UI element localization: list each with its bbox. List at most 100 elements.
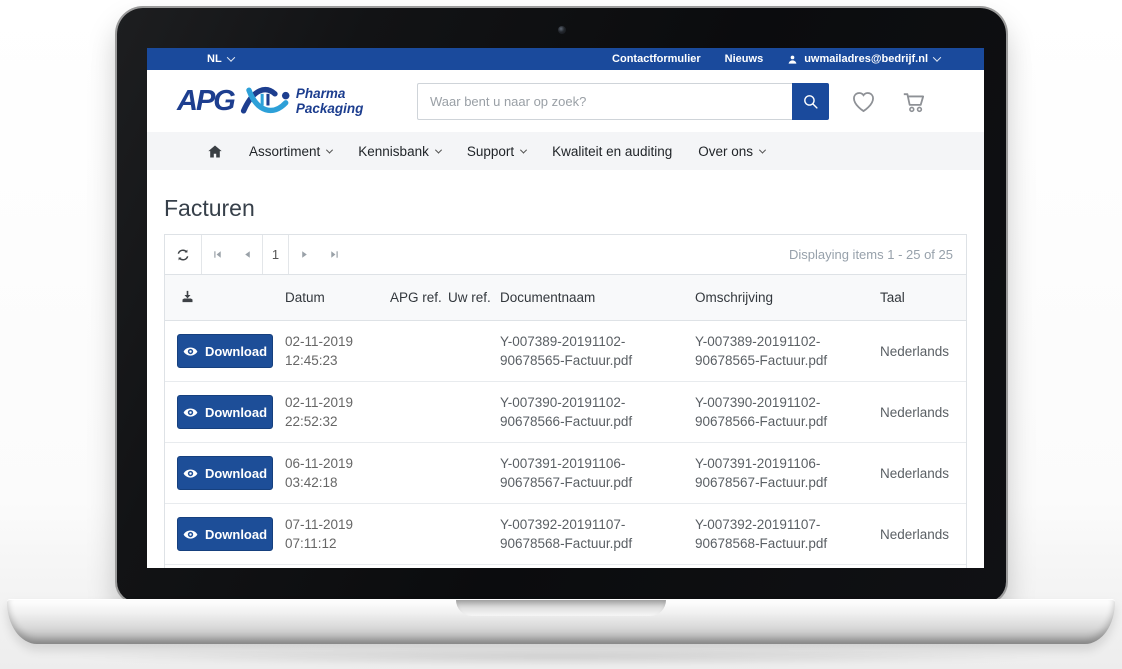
chevron-down-icon: [759, 146, 766, 153]
eye-icon: [183, 405, 198, 420]
eye-icon: [183, 527, 198, 542]
next-page-icon: [299, 249, 310, 260]
wishlist-heart-icon[interactable]: [850, 89, 877, 114]
cell-documentnaam: Y-007389-20191102- 90678565-Factuur.pdf: [500, 332, 695, 370]
eye-icon: [183, 344, 198, 359]
dna-helix-icon: [240, 82, 292, 120]
first-page-button[interactable]: [202, 235, 232, 274]
laptop-reflection: [60, 648, 1062, 666]
cell-omschrijving: Y-007391-20191106- 90678567-Factuur.pdf: [695, 454, 880, 492]
download-button-label: Download: [205, 344, 267, 359]
column-header-datum[interactable]: Datum: [285, 290, 390, 305]
table-row: Download 06-11-2019 03:42:18 Y-007391-20…: [165, 443, 966, 504]
download-icon: [180, 289, 195, 304]
laptop-base: [7, 599, 1115, 644]
site-header: APG Pharma Packaging: [147, 70, 984, 132]
language-selector[interactable]: NL: [207, 53, 234, 65]
contact-form-link[interactable]: Contactformulier: [612, 53, 701, 65]
search-icon: [802, 93, 819, 110]
company-logo[interactable]: APG Pharma Packaging: [177, 82, 409, 120]
refresh-button[interactable]: [165, 235, 202, 274]
logo-acronym: APG: [177, 87, 234, 116]
cell-documentnaam: Y-007390-20191102- 90678566-Factuur.pdf: [500, 393, 695, 431]
language-label: NL: [207, 53, 222, 65]
nav-item-label: Kennisbank: [358, 144, 429, 159]
previous-page-icon: [242, 249, 253, 260]
chevron-down-icon: [933, 53, 941, 61]
user-icon: [787, 54, 798, 65]
download-button[interactable]: Download: [177, 517, 273, 551]
column-header-omschrijving[interactable]: Omschrijving: [695, 290, 880, 305]
table-row: Download 02-11-2019 12:45:23 Y-007389-20…: [165, 321, 966, 382]
cell-taal: Nederlands: [880, 466, 966, 481]
nav-item[interactable]: Support: [467, 144, 526, 159]
laptop-mockup: NL Contactformulier Nieuws uwmailadres@b…: [0, 0, 1122, 669]
account-email: uwmailadres@bedrijf.nl: [804, 53, 928, 65]
current-page-indicator[interactable]: 1: [262, 235, 289, 274]
download-button-label: Download: [205, 405, 267, 420]
logo-tagline: Pharma Packaging: [296, 86, 364, 116]
nav-item-label: Over ons: [698, 144, 753, 159]
download-button[interactable]: Download: [177, 334, 273, 368]
utility-topbar: NL Contactformulier Nieuws uwmailadres@b…: [147, 48, 984, 70]
column-header-apg-ref[interactable]: APG ref.: [390, 290, 448, 305]
nav-home[interactable]: [207, 144, 223, 159]
cell-taal: Nederlands: [880, 344, 966, 359]
table-row: Download 02-11-2019 22:52:32 Y-007390-20…: [165, 382, 966, 443]
chevron-down-icon: [326, 146, 333, 153]
grid-header-row: Datum APG ref. Uw ref. Documentnaam Omsc…: [165, 275, 966, 321]
cell-documentnaam: Y-007391-20191106- 90678567-Factuur.pdf: [500, 454, 695, 492]
search-button[interactable]: [792, 83, 829, 120]
cart-icon[interactable]: [901, 89, 928, 114]
laptop-screen-bezel: NL Contactformulier Nieuws uwmailadres@b…: [117, 8, 1006, 602]
download-button[interactable]: Download: [177, 395, 273, 429]
main-navigation: Assortiment Kennisbank Support Kwaliteit…: [147, 132, 984, 170]
invoices-grid: 1 Displaying items 1 - 25 of 25: [164, 234, 967, 568]
cell-documentnaam: Y-007392-20191107- 90678568-Factuur.pdf: [500, 515, 695, 553]
page-title: Facturen: [164, 195, 984, 222]
laptop-lid-notch: [456, 600, 666, 616]
column-header-documentnaam[interactable]: Documentnaam: [500, 290, 695, 305]
nav-item[interactable]: Over ons: [698, 144, 765, 159]
next-page-button[interactable]: [289, 235, 319, 274]
download-button-label: Download: [205, 466, 267, 481]
cell-taal: Nederlands: [880, 405, 966, 420]
home-icon: [207, 144, 223, 159]
cell-datum: 06-11-2019 03:42:18: [285, 454, 390, 492]
refresh-icon: [175, 247, 191, 263]
cell-omschrijving: Y-007392-20191107- 90678568-Factuur.pdf: [695, 515, 880, 553]
last-page-button[interactable]: [319, 235, 349, 274]
cell-datum: 02-11-2019 22:52:32: [285, 393, 390, 431]
logo-tagline-line2: Packaging: [296, 101, 364, 116]
previous-page-button[interactable]: [232, 235, 262, 274]
logo-tagline-line1: Pharma: [296, 86, 346, 101]
table-row: Download 07-11-2019 07:11:12 Y-007392-20…: [165, 504, 966, 565]
download-button-label: Download: [205, 527, 267, 542]
first-page-icon: [212, 249, 223, 260]
download-all-header[interactable]: [165, 289, 285, 307]
grid-status-text: Displaying items 1 - 25 of 25: [789, 247, 966, 262]
nav-item-label: Kwaliteit en auditing: [552, 144, 672, 159]
chevron-down-icon: [226, 53, 234, 61]
news-link[interactable]: Nieuws: [725, 53, 764, 65]
nav-item[interactable]: Kwaliteit en auditing: [552, 144, 672, 159]
cell-datum: 02-11-2019 12:45:23: [285, 332, 390, 370]
nav-item-label: Support: [467, 144, 514, 159]
column-header-taal[interactable]: Taal: [880, 290, 966, 305]
search-input[interactable]: [417, 83, 792, 120]
chevron-down-icon: [435, 146, 442, 153]
cell-taal: Nederlands: [880, 527, 966, 542]
column-header-uw-ref[interactable]: Uw ref.: [448, 290, 500, 305]
eye-icon: [183, 466, 198, 481]
nav-item[interactable]: Assortiment: [249, 144, 332, 159]
webcam-dot: [558, 26, 566, 34]
browser-viewport: NL Contactformulier Nieuws uwmailadres@b…: [147, 48, 984, 568]
cell-datum: 07-11-2019 07:11:12: [285, 515, 390, 553]
account-menu[interactable]: uwmailadres@bedrijf.nl: [787, 53, 940, 65]
nav-item[interactable]: Kennisbank: [358, 144, 441, 159]
page-content: Facturen: [147, 195, 984, 568]
download-button[interactable]: Download: [177, 456, 273, 490]
last-page-icon: [329, 249, 340, 260]
clipped-row: [165, 565, 966, 568]
cell-omschrijving: Y-007390-20191102- 90678566-Factuur.pdf: [695, 393, 880, 431]
